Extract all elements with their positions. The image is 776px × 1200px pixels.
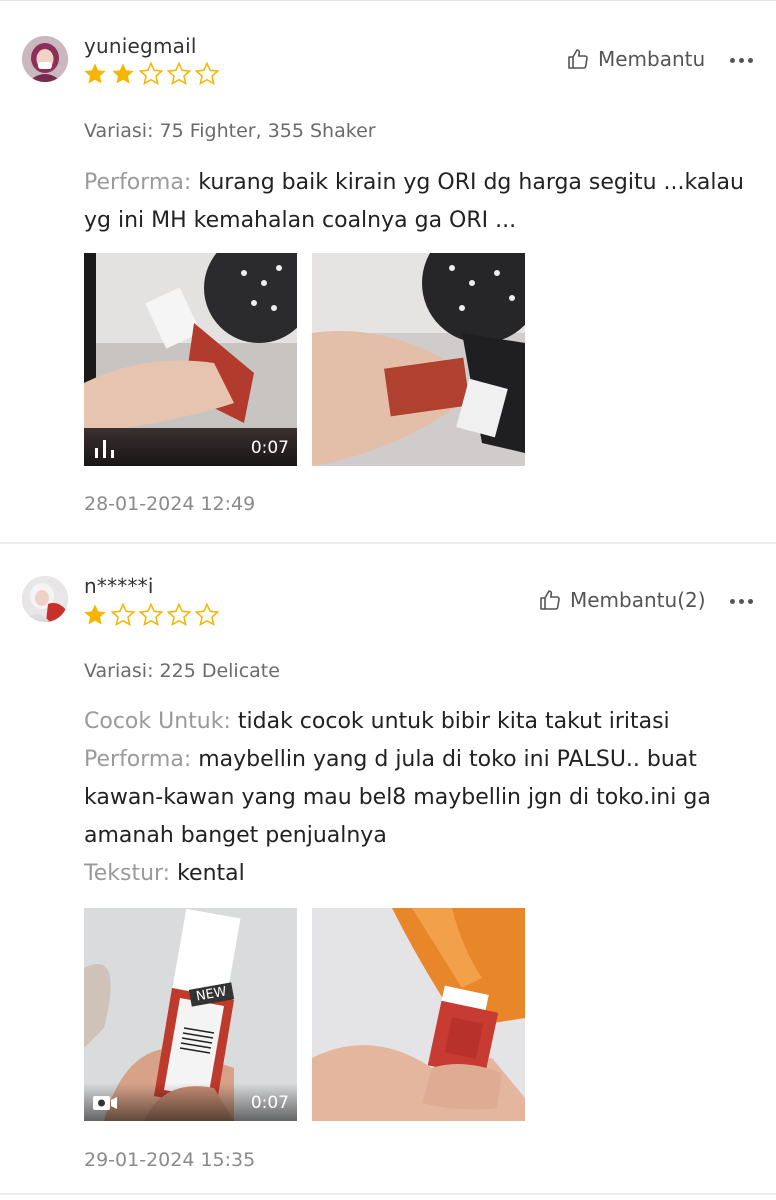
variant-text: Variasi: 225 Delicate: [84, 660, 280, 682]
star-empty-icon: [138, 602, 164, 627]
audio-bars-icon: [95, 440, 114, 458]
star-rating: [82, 61, 220, 87]
review-photo: [312, 908, 525, 1121]
review-image-thumbnail[interactable]: [312, 908, 525, 1121]
review-field: Tekstur: kental: [84, 855, 764, 893]
star-empty-icon: [166, 61, 192, 86]
field-value-tekstur: kental: [177, 861, 245, 886]
video-overlay: 0:07: [84, 1083, 297, 1121]
review-image-thumbnail[interactable]: [312, 253, 525, 466]
variant-text: Variasi: 75 Fighter, 355 Shaker: [84, 120, 376, 142]
review-video-thumbnail[interactable]: NEW 0:07: [84, 908, 297, 1121]
helpful-label: Membantu: [598, 47, 706, 71]
star-empty-icon: [166, 602, 192, 627]
review-photo: [312, 253, 525, 466]
video-overlay: 0:07: [84, 428, 297, 466]
field-value-cocok-untuk: tidak cocok untuk bibir kita takut irita…: [237, 709, 670, 734]
thumbs-up-icon: [568, 49, 588, 69]
helpful-label: Membantu(2): [570, 588, 706, 612]
avatar[interactable]: [22, 576, 68, 622]
review-video-thumbnail[interactable]: 0:07: [84, 253, 297, 466]
reviewer-name: n*****i: [84, 574, 154, 598]
star-empty-icon: [194, 602, 220, 627]
review-list-page: yuniegmail Membantu Variasi: 75 Fighter,…: [0, 0, 776, 1200]
star-empty-icon: [194, 61, 220, 86]
review-card: n*****i Membantu(2) Variasi: 225 Delicat…: [0, 544, 776, 1194]
avatar[interactable]: [22, 36, 68, 82]
review-field: Cocok Untuk: tidak cocok untuk bibir kit…: [84, 703, 764, 741]
thumbs-up-icon: [540, 590, 560, 610]
more-options-icon[interactable]: [730, 56, 754, 64]
helpful-button[interactable]: Membantu: [566, 47, 705, 71]
helpful-button[interactable]: Membantu(2): [538, 588, 706, 612]
reviewer-name: yuniegmail: [84, 34, 197, 58]
bottom-divider: [0, 1193, 776, 1195]
star-filled-icon: [112, 63, 134, 84]
star-empty-icon: [138, 61, 164, 86]
more-options-icon[interactable]: [730, 597, 754, 605]
review-body: Cocok Untuk: tidak cocok untuk bibir kit…: [84, 703, 764, 893]
field-label-tekstur: Tekstur:: [84, 861, 171, 886]
star-filled-icon: [84, 63, 106, 84]
star-empty-icon: [110, 602, 136, 627]
review-field: Performa: maybellin yang d jula di toko …: [84, 741, 764, 855]
video-camera-icon: [93, 1096, 117, 1110]
review-body: Performa: kurang baik kirain yg ORI dg h…: [84, 164, 764, 240]
star-filled-icon: [84, 604, 106, 625]
field-label-performa: Performa:: [84, 747, 192, 772]
review-timestamp: 28-01-2024 12:49: [84, 493, 256, 515]
video-duration: 0:07: [250, 1093, 289, 1113]
star-rating: [82, 602, 220, 628]
field-label-performa: Performa:: [84, 170, 192, 195]
field-label-cocok-untuk: Cocok Untuk:: [84, 709, 231, 734]
video-duration: 0:07: [250, 438, 289, 458]
review-timestamp: 29-01-2024 15:35: [84, 1149, 256, 1171]
review-card: yuniegmail Membantu Variasi: 75 Fighter,…: [0, 0, 776, 542]
